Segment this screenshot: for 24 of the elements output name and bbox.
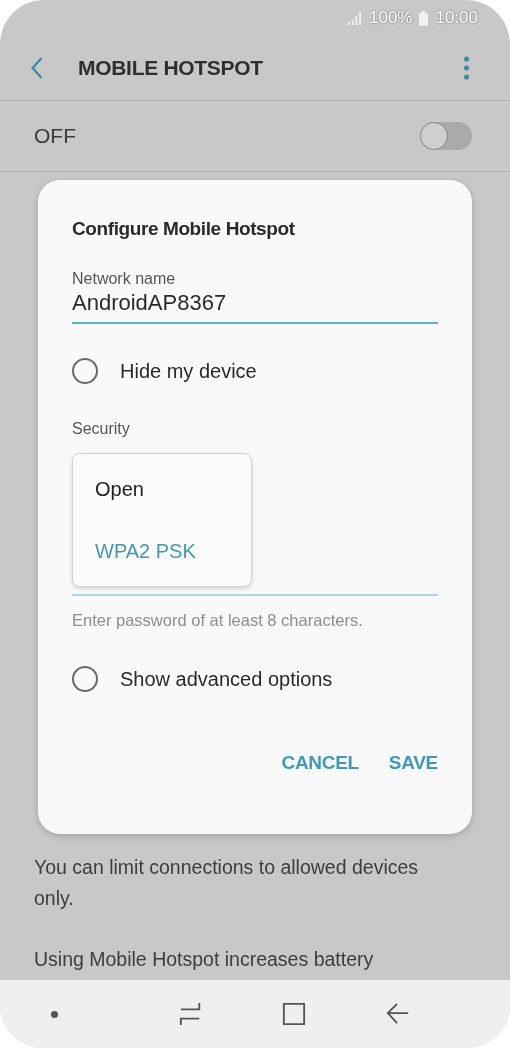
- dialog-title: Configure Mobile Hotspot: [72, 218, 296, 240]
- screen-title: MOBILE HOTSPOT: [78, 56, 264, 80]
- radio-label: Hide my device: [120, 359, 257, 383]
- back-arrow-icon[interactable]: [386, 1002, 411, 1026]
- menu-item[interactable]: Open: [73, 473, 251, 505]
- recent-apps-icon[interactable]: [178, 1002, 203, 1026]
- dialog-button[interactable]: SAVE: [388, 748, 438, 778]
- radio-button[interactable]: [72, 358, 98, 384]
- radio-button[interactable]: [72, 666, 98, 692]
- field-label: Network name: [72, 270, 177, 288]
- battery-icon: [419, 10, 429, 26]
- info-text: You can limit connections to allowed devices only.: [33, 855, 420, 911]
- network-name-field[interactable]: AndroidAP8367: [72, 288, 438, 324]
- signal-icon: [346, 11, 362, 25]
- switch-label: OFF: [34, 124, 76, 148]
- dialog-button[interactable]: CANCEL: [281, 748, 359, 778]
- radio-label: Show advanced options: [120, 667, 333, 691]
- home-icon[interactable]: [282, 1002, 307, 1026]
- field-label: Security: [72, 420, 131, 438]
- menu-item[interactable]: WPA2 PSK: [73, 535, 251, 567]
- info-text: Using Mobile Hotspot increases battery: [33, 947, 375, 972]
- dot-icon: [49, 1009, 59, 1019]
- hint-text: Enter password of at least 8 characters.: [72, 611, 364, 630]
- toggle-switch[interactable]: [420, 122, 472, 150]
